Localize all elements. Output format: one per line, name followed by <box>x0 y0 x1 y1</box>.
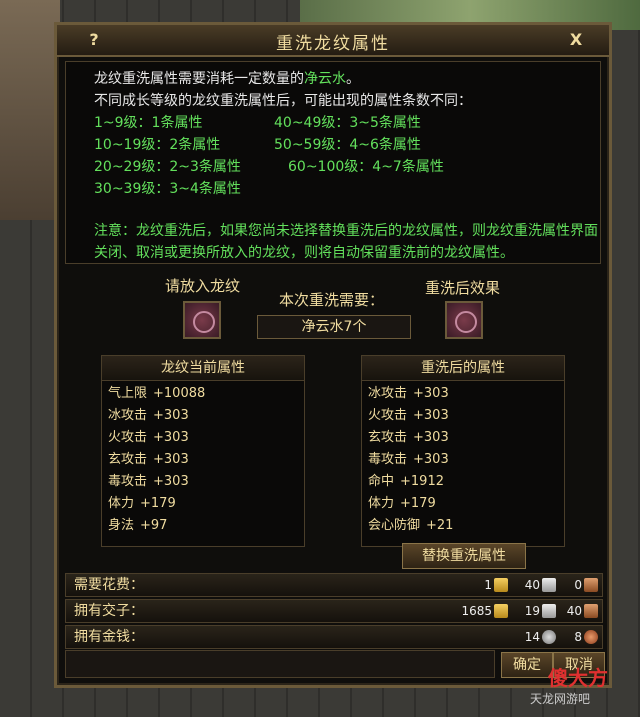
cost-row: 需要花费： 1 40 0 <box>65 573 603 597</box>
dialog-titlebar: ? 重洗龙纹属性 X <box>57 25 609 57</box>
swap-attrs-button[interactable]: 替换重洗属性 <box>402 543 526 569</box>
need-label: 本次重洗需要： <box>279 291 385 309</box>
cost-copper: 0 <box>574 578 582 592</box>
gold-icon <box>494 604 508 618</box>
gold-icon <box>494 578 508 592</box>
cost-gold: 1 <box>484 578 492 592</box>
watermark-logo: 傻大方 <box>548 666 608 690</box>
after-attrs-box: 重洗后的属性 冰攻击 +303 火攻击 +303 玄攻击 +303 毒攻击 +303 命… <box>361 355 565 547</box>
jiaozi-silver: 19 <box>524 604 540 618</box>
attr-row: 玄攻击 +303 <box>108 452 189 467</box>
after-attrs-header: 重洗后的属性 <box>362 356 564 381</box>
silver-coin-icon <box>542 630 556 644</box>
money-copper: 8 <box>574 630 582 644</box>
dialog-title: 重洗龙纹属性 <box>276 34 390 54</box>
dragon-result-slot[interactable] <box>445 301 483 339</box>
attr-row: 体力 +179 <box>108 496 176 511</box>
copper-coin-icon <box>584 630 598 644</box>
reroll-dialog: ? 重洗龙纹属性 X 龙纹重洗属性需要消耗一定数量的净云水。 不同成长等级的龙纹… <box>54 22 612 688</box>
current-attrs-header: 龙纹当前属性 <box>102 356 304 381</box>
note-text: 注意：龙纹重洗后，如果您尚未选择替换重洗后的龙纹属性，则龙纹重洗属性界面关闭、取… <box>94 223 598 261</box>
info-panel: 龙纹重洗属性需要消耗一定数量的净云水。 不同成长等级的龙纹重洗属性后，可能出现的… <box>65 61 601 264</box>
money-silver: 14 <box>524 630 540 644</box>
jiaozi-label: 拥有交子： <box>74 603 144 619</box>
attr-row: 冰攻击 +303 <box>368 386 449 401</box>
attr-row: 冰攻击 +303 <box>108 408 189 423</box>
attr-row: 毒攻击 +303 <box>108 474 189 489</box>
watermark-text: 天龙网游吧 <box>530 692 591 706</box>
attr-row: 身法 +97 <box>108 518 168 533</box>
dragon-input-slot[interactable] <box>183 301 221 339</box>
current-attrs-box: 龙纹当前属性 气上限 +10088 冰攻击 +303 火攻击 +303 玄攻击 +303… <box>101 355 305 547</box>
put-dragon-label: 请放入龙纹 <box>165 277 241 295</box>
copper-icon <box>584 578 598 592</box>
info-line-2: 不同成长等级的龙纹重洗属性后，可能出现的属性条数不同： <box>94 93 472 109</box>
attr-row: 火攻击 +303 <box>368 408 449 423</box>
chat-input-bar[interactable] <box>65 650 495 678</box>
result-label: 重洗后效果 <box>425 279 501 297</box>
info-line-1: 龙纹重洗属性需要消耗一定数量的净云水。 <box>94 71 360 87</box>
silver-icon <box>542 578 556 592</box>
jiaozi-gold: 1685 <box>461 604 492 618</box>
close-button[interactable]: X <box>565 29 587 51</box>
building-roof <box>0 0 60 220</box>
money-label: 拥有金钱： <box>74 629 144 645</box>
level-entry: 60~100级：4~7条属性 <box>288 159 444 175</box>
need-value: 净云水7个 <box>257 315 411 339</box>
level-entry: 1~9级：1条属性 <box>94 115 203 131</box>
level-entry: 10~19级：2条属性 <box>94 137 221 153</box>
attr-row: 会心防御 +21 <box>368 518 454 533</box>
level-entry: 40~49级：3~5条属性 <box>274 115 421 131</box>
attr-row: 毒攻击 +303 <box>368 452 449 467</box>
silver-icon <box>542 604 556 618</box>
jiaozi-row: 拥有交子： 1685 19 40 <box>65 599 603 623</box>
attr-row: 玄攻击 +303 <box>368 430 449 445</box>
copper-icon <box>584 604 598 618</box>
confirm-button[interactable]: 确定 <box>501 652 553 678</box>
level-entry: 50~59级：4~6条属性 <box>274 137 421 153</box>
attr-row: 体力 +179 <box>368 496 436 511</box>
money-row: 拥有金钱： 14 8 <box>65 625 603 649</box>
cost-label: 需要花费： <box>74 577 144 593</box>
jiaozi-copper: 40 <box>566 604 582 618</box>
level-entry: 20~29级：2~3条属性 <box>94 159 241 175</box>
cost-silver: 40 <box>524 578 540 592</box>
attr-row: 火攻击 +303 <box>108 430 189 445</box>
level-entry: 30~39级：3~4条属性 <box>94 181 241 197</box>
attr-row: 气上限 +10088 <box>108 386 206 401</box>
attr-row: 命中 +1912 <box>368 474 444 489</box>
